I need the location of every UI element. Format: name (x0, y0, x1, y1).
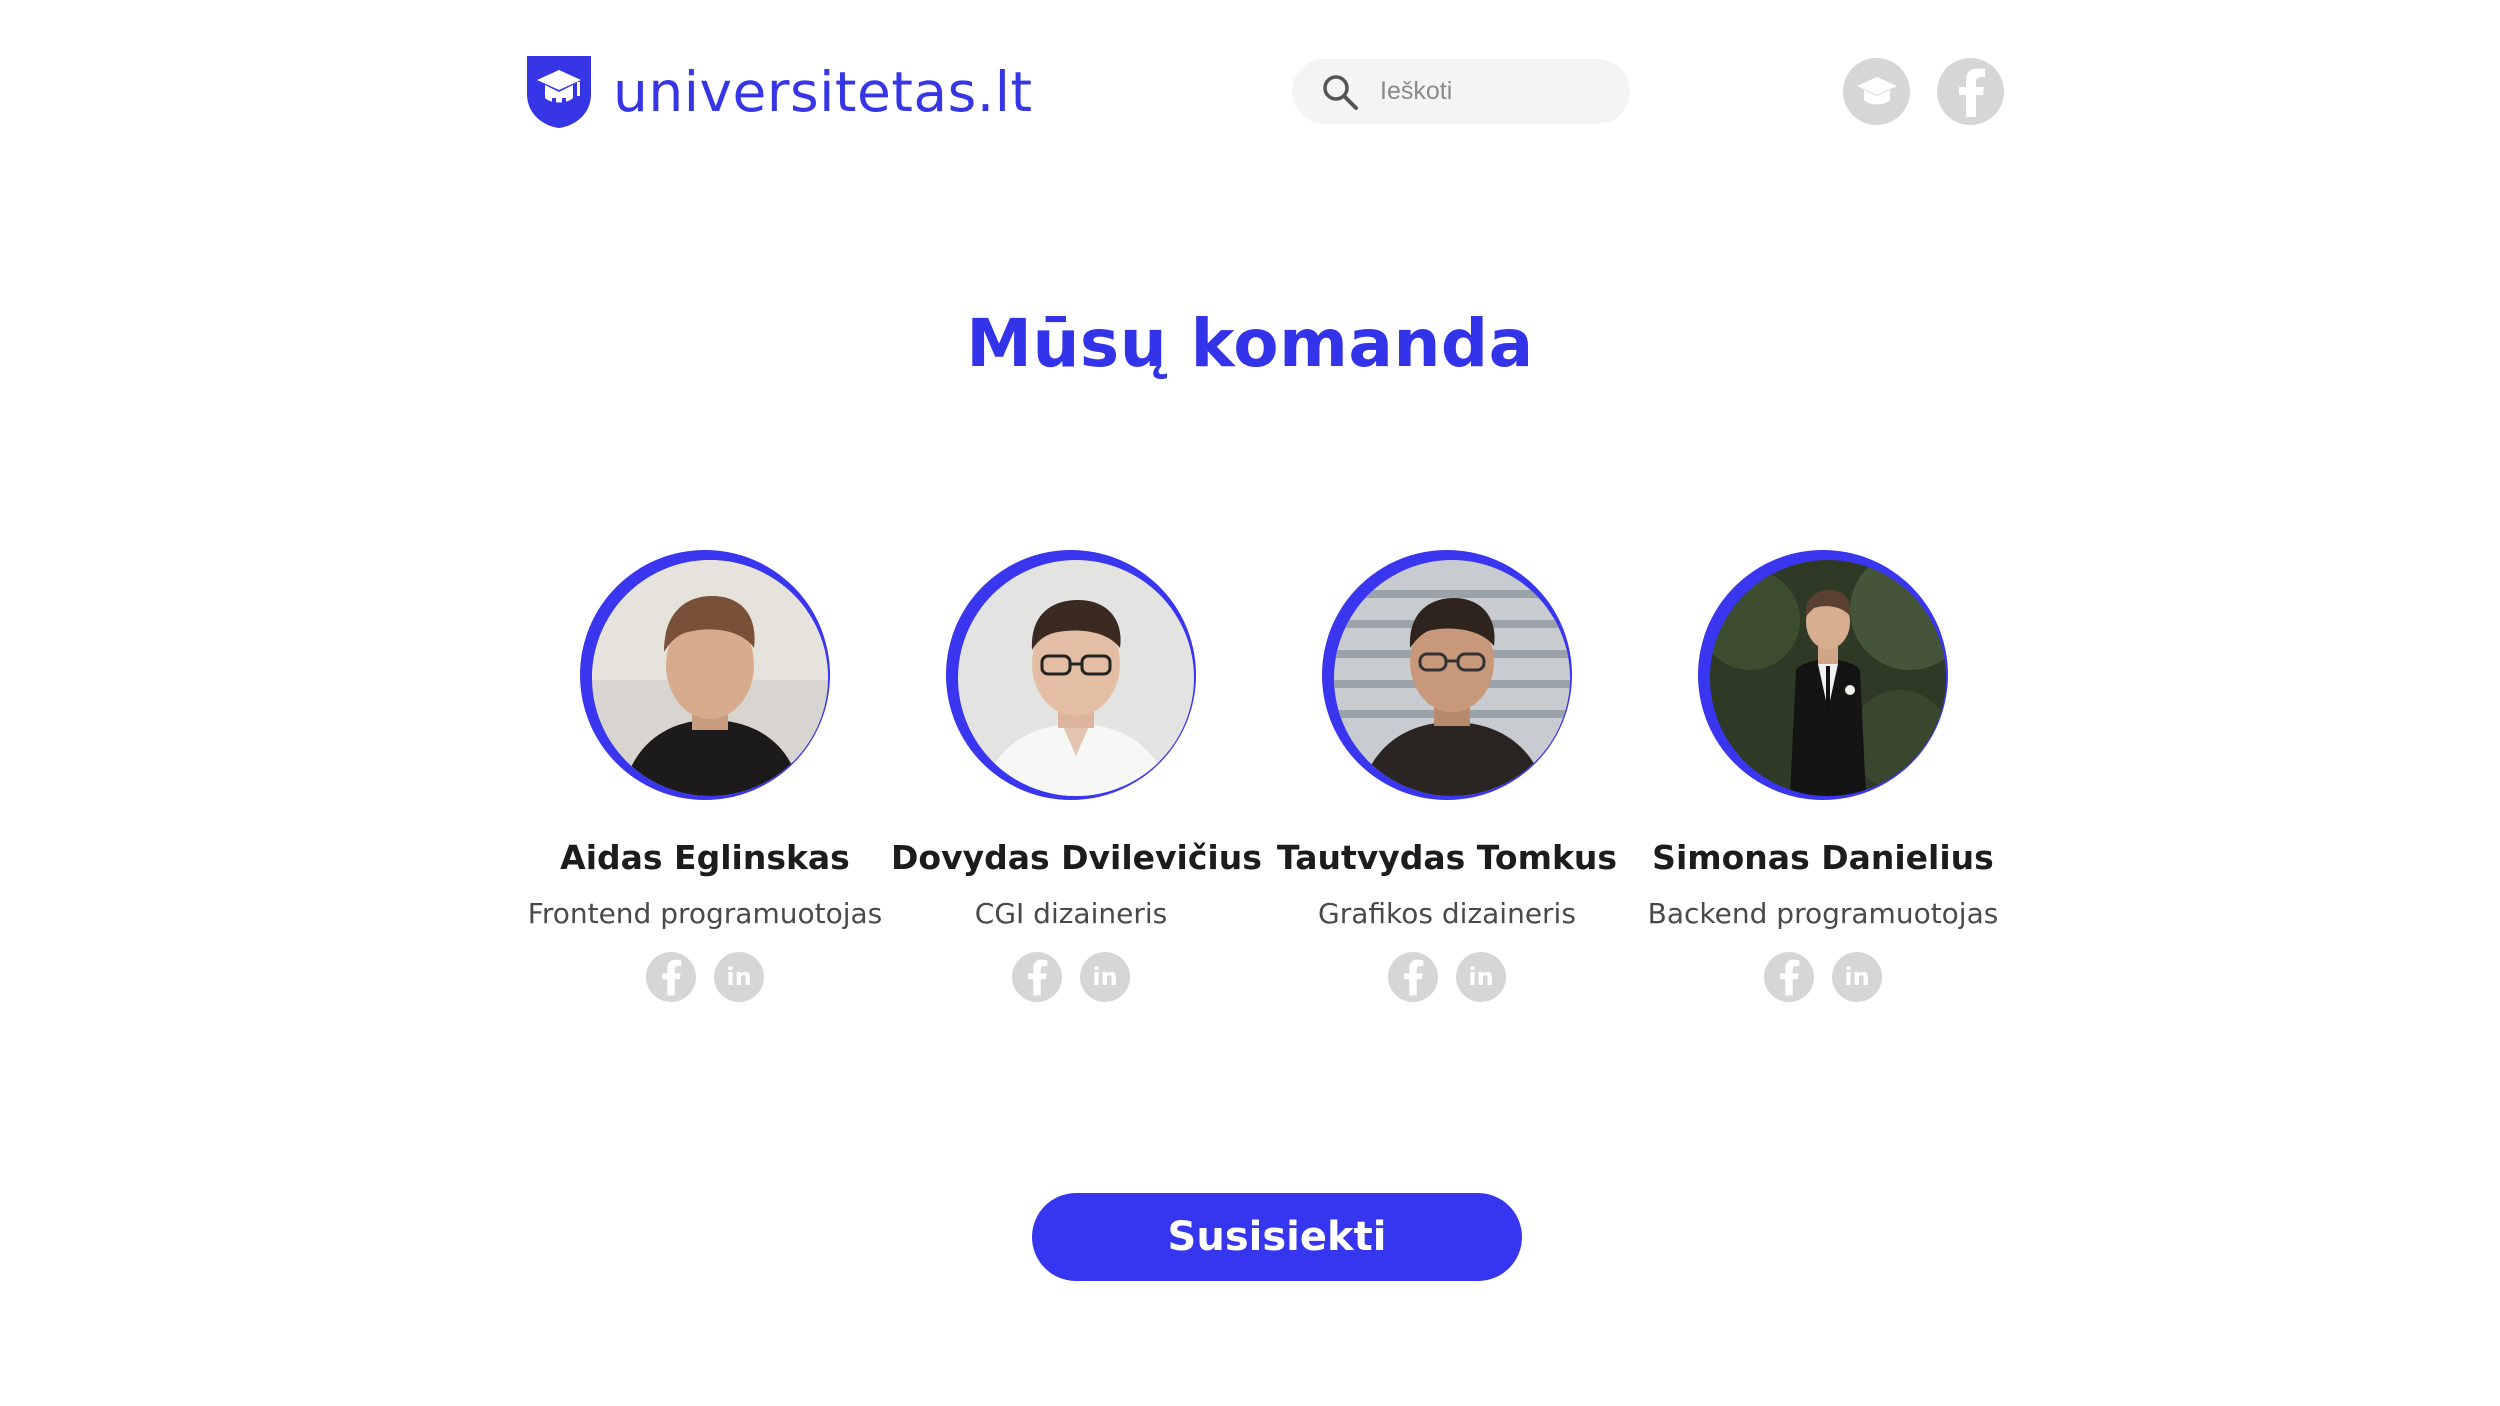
avatar (946, 550, 1196, 800)
search-input[interactable] (1378, 76, 1612, 107)
facebook-button[interactable] (1388, 952, 1438, 1002)
facebook-icon (1958, 68, 1985, 117)
site-logo[interactable]: universitetas.lt (525, 54, 1033, 130)
facebook-button[interactable] (1012, 952, 1062, 1002)
facebook-icon (1404, 959, 1424, 996)
linkedin-icon: in (1468, 963, 1494, 991)
member-name: Tautvydas Tomkus (1276, 838, 1618, 877)
avatar-photo (958, 560, 1194, 796)
logo-text: universitetas.lt (613, 59, 1033, 124)
graduation-cap-icon (1856, 76, 1897, 104)
avatar-photo (1334, 560, 1570, 796)
linkedin-button[interactable]: in (1456, 952, 1506, 1002)
team-member-card: Simonas Danielius Backend programuotojas… (1643, 550, 2003, 1002)
graduation-cap-button[interactable] (1843, 58, 1910, 125)
linkedin-button[interactable]: in (1832, 952, 1882, 1002)
team-member-card: Tautvydas Tomkus Grafikos dizaineris in (1267, 550, 1627, 1002)
linkedin-icon: in (1092, 963, 1118, 991)
avatar (580, 550, 830, 800)
linkedin-icon: in (726, 963, 752, 991)
team-member-card: Dovydas Dvilevičius CGI dizaineris in (891, 550, 1262, 1002)
member-social-links: in (525, 952, 885, 1002)
member-role: Frontend programuotojas (527, 897, 883, 930)
facebook-button[interactable] (1937, 58, 2004, 125)
facebook-button[interactable] (646, 952, 696, 1002)
member-role: CGI dizaineris (974, 897, 1168, 930)
member-social-links: in (1267, 952, 1627, 1002)
member-name: Simonas Danielius (1652, 838, 1994, 877)
contact-button[interactable]: Susisiekti (1032, 1193, 1522, 1281)
facebook-icon (1028, 959, 1048, 996)
avatar-photo (592, 560, 828, 796)
avatar-photo (1710, 560, 1946, 796)
linkedin-icon: in (1844, 963, 1870, 991)
facebook-icon (662, 959, 682, 996)
section-title: Mūsų komanda (966, 305, 1534, 382)
member-name: Dovydas Dvilevičius (891, 838, 1262, 877)
search-bar[interactable] (1292, 59, 1630, 124)
avatar (1322, 550, 1572, 800)
search-icon (1323, 74, 1358, 110)
member-social-links: in (891, 952, 1251, 1002)
member-role: Backend programuotojas (1647, 897, 1999, 930)
member-social-links: in (1643, 952, 2003, 1002)
team-member-card: Aidas Eglinskas Frontend programuotojas … (525, 550, 885, 1002)
member-role: Grafikos dizaineris (1318, 897, 1576, 930)
linkedin-button[interactable]: in (714, 952, 764, 1002)
linkedin-button[interactable]: in (1080, 952, 1130, 1002)
facebook-icon (1780, 959, 1800, 996)
member-name: Aidas Eglinskas (560, 838, 850, 877)
facebook-button[interactable] (1764, 952, 1814, 1002)
avatar (1698, 550, 1948, 800)
graduation-cap-shield-icon (527, 56, 591, 128)
page: universitetas.lt Mūsų komanda (0, 0, 2500, 1406)
